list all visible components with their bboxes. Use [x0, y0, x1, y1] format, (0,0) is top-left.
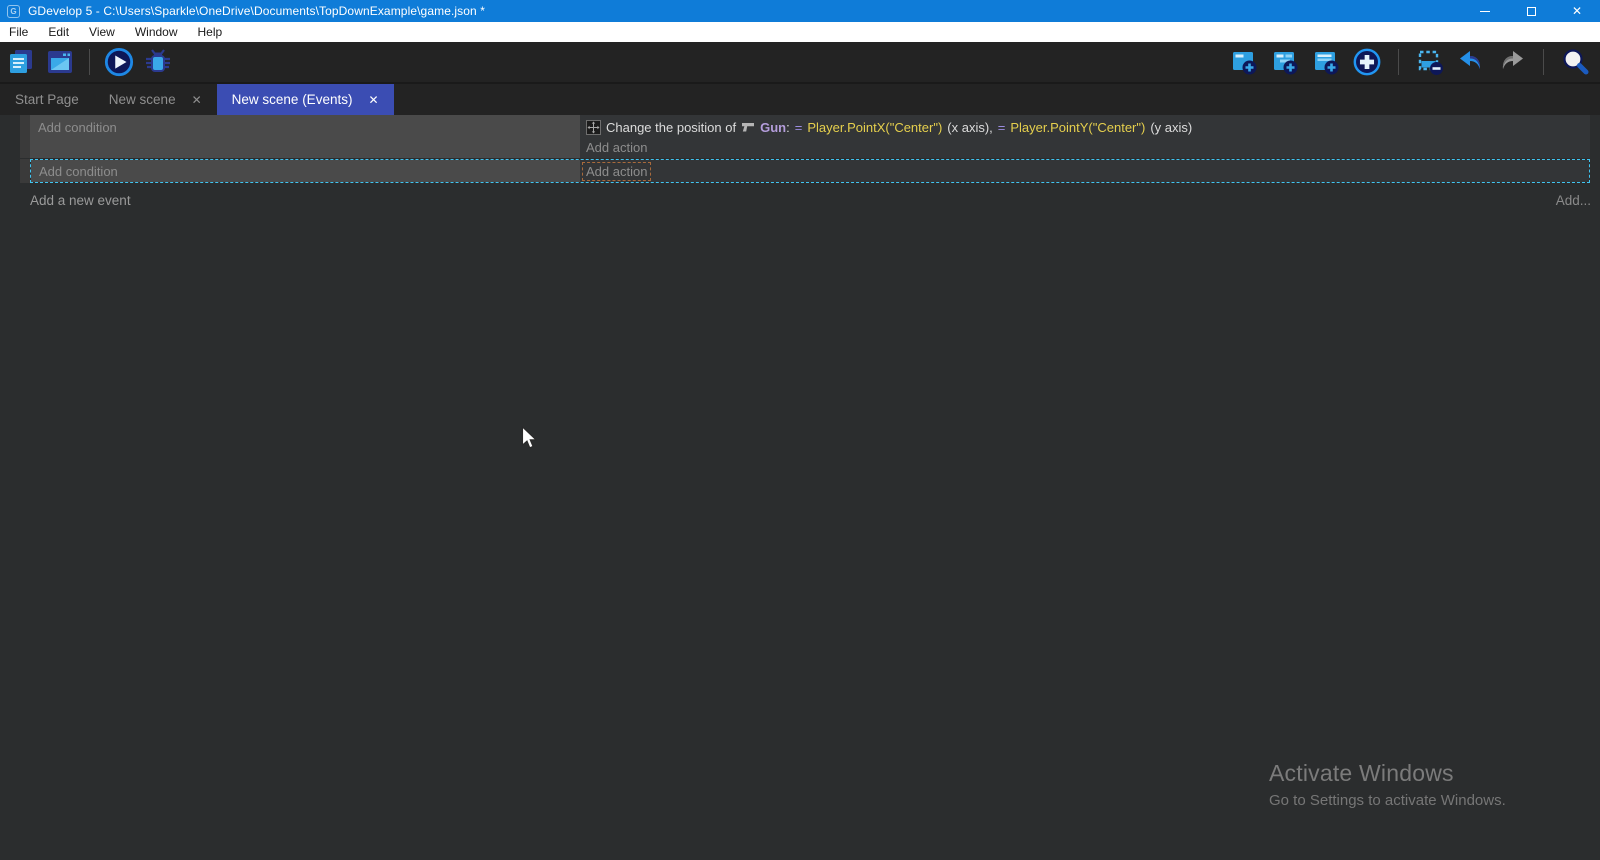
- undo-icon: [1457, 48, 1485, 76]
- add-comment-button[interactable]: [1311, 46, 1341, 78]
- tab-bar: Start Page New scene ✕ New scene (Events…: [0, 84, 1600, 115]
- axis-suffix-y: (y axis): [1150, 120, 1192, 135]
- add-condition-link[interactable]: Add condition: [39, 164, 118, 179]
- event-row-1: Add condition Change the position of Gun…: [20, 115, 1590, 158]
- menu-edit[interactable]: Edit: [38, 22, 79, 42]
- event-drag-handle[interactable]: [20, 115, 30, 158]
- axis-suffix-x: (x axis),: [947, 120, 993, 135]
- tab-label: New scene (Events): [232, 92, 353, 107]
- action-row[interactable]: Change the position of Gun: = Player.Poi…: [580, 115, 1590, 137]
- add-new-event-link[interactable]: Add a new event: [30, 193, 131, 208]
- event-body: Add condition Change the position of Gun…: [30, 115, 1590, 158]
- gdevelop-logo-icon: G: [7, 5, 20, 18]
- add-event-icon: [1230, 48, 1258, 76]
- event-drag-handle[interactable]: [20, 159, 30, 183]
- add-action-link-focused[interactable]: Add action: [582, 162, 651, 181]
- tab-label: Start Page: [15, 92, 79, 107]
- watermark-title: Activate Windows: [1269, 760, 1506, 787]
- event-row-2-selected: Add condition Add action: [20, 159, 1590, 183]
- expression-y: Player.PointY("Center"): [1010, 120, 1145, 135]
- menu-file[interactable]: File: [6, 22, 38, 42]
- tab-close-icon[interactable]: ✕: [192, 94, 202, 106]
- toolbar-separator: [1543, 49, 1544, 75]
- action-text: Change the position of: [606, 120, 736, 135]
- expression-x: Player.PointX("Center"): [807, 120, 942, 135]
- add-subevent-icon: [1271, 48, 1299, 76]
- conditions-cell[interactable]: Add condition: [30, 115, 580, 158]
- scene-editor-icon: [46, 48, 74, 76]
- window-controls: ✕: [1462, 0, 1600, 22]
- menu-help[interactable]: Help: [188, 22, 233, 42]
- tab-new-scene-events[interactable]: New scene (Events) ✕: [217, 84, 394, 115]
- window-title: GDevelop 5 - C:\Users\Sparkle\OneDrive\D…: [28, 4, 485, 18]
- toolbar-left-group: [6, 46, 173, 78]
- gun-object-thumbnail-icon: [741, 122, 755, 133]
- restore-button[interactable]: [1508, 0, 1554, 22]
- play-icon: [104, 47, 134, 77]
- debug-icon: [144, 48, 172, 76]
- activate-windows-watermark: Activate Windows Go to Settings to activ…: [1269, 760, 1506, 809]
- restore-icon: [1527, 7, 1536, 16]
- events-sheet: Add condition Change the position of Gun…: [0, 115, 1600, 860]
- menu-window[interactable]: Window: [125, 22, 188, 42]
- add-button[interactable]: Add...: [1556, 193, 1591, 208]
- tab-start-page[interactable]: Start Page: [0, 84, 94, 115]
- menu-view[interactable]: View: [79, 22, 125, 42]
- tab-label: New scene: [109, 92, 176, 107]
- scene-editor-button[interactable]: [45, 46, 75, 78]
- gdevelop-window: { "window": { "title": "GDevelop 5 - C:\…: [0, 0, 1600, 860]
- toolbar-separator: [1398, 49, 1399, 75]
- project-manager-button[interactable]: [6, 46, 36, 78]
- actions-cell: Change the position of Gun: = Player.Poi…: [580, 115, 1590, 158]
- add-subevent-button[interactable]: [1270, 46, 1300, 78]
- delete-selection-button[interactable]: [1415, 46, 1445, 78]
- watermark-subtitle: Go to Settings to activate Windows.: [1269, 792, 1506, 809]
- equals-operator: =: [998, 120, 1006, 135]
- action-object: Gun:: [760, 120, 790, 135]
- close-button[interactable]: ✕: [1554, 0, 1600, 22]
- choose-add-button[interactable]: [1352, 46, 1382, 78]
- actions-cell: Add action: [580, 160, 1589, 182]
- redo-button[interactable]: [1497, 46, 1527, 78]
- titlebar: G GDevelop 5 - C:\Users\Sparkle\OneDrive…: [0, 0, 1600, 22]
- undo-button[interactable]: [1456, 46, 1486, 78]
- event-body-selected: Add condition Add action: [30, 159, 1590, 183]
- menubar: File Edit View Window Help: [0, 22, 1600, 42]
- minimize-button[interactable]: [1462, 0, 1508, 22]
- remove-selection-icon: [1416, 48, 1444, 76]
- close-icon: ✕: [1572, 5, 1582, 17]
- add-action-link[interactable]: Add action: [580, 137, 1590, 157]
- add-comment-icon: [1312, 48, 1340, 76]
- search-events-button[interactable]: [1560, 46, 1590, 78]
- equals-operator: =: [795, 120, 803, 135]
- redo-icon: [1498, 48, 1526, 76]
- debugger-button[interactable]: [143, 46, 173, 78]
- toolbar: [0, 42, 1600, 84]
- conditions-cell[interactable]: Add condition: [31, 160, 580, 182]
- add-condition-link[interactable]: Add condition: [38, 120, 117, 135]
- minimize-icon: [1480, 11, 1490, 12]
- preview-button[interactable]: [104, 46, 134, 78]
- search-icon: [1560, 47, 1590, 77]
- project-manager-icon: [7, 48, 35, 76]
- toolbar-right-group: [1229, 46, 1590, 78]
- tab-new-scene[interactable]: New scene ✕: [94, 84, 217, 115]
- add-event-button[interactable]: [1229, 46, 1259, 78]
- add-circle-icon: [1352, 47, 1382, 77]
- tab-close-icon[interactable]: ✕: [368, 94, 378, 106]
- move-position-icon: [586, 120, 601, 135]
- toolbar-separator: [89, 49, 90, 75]
